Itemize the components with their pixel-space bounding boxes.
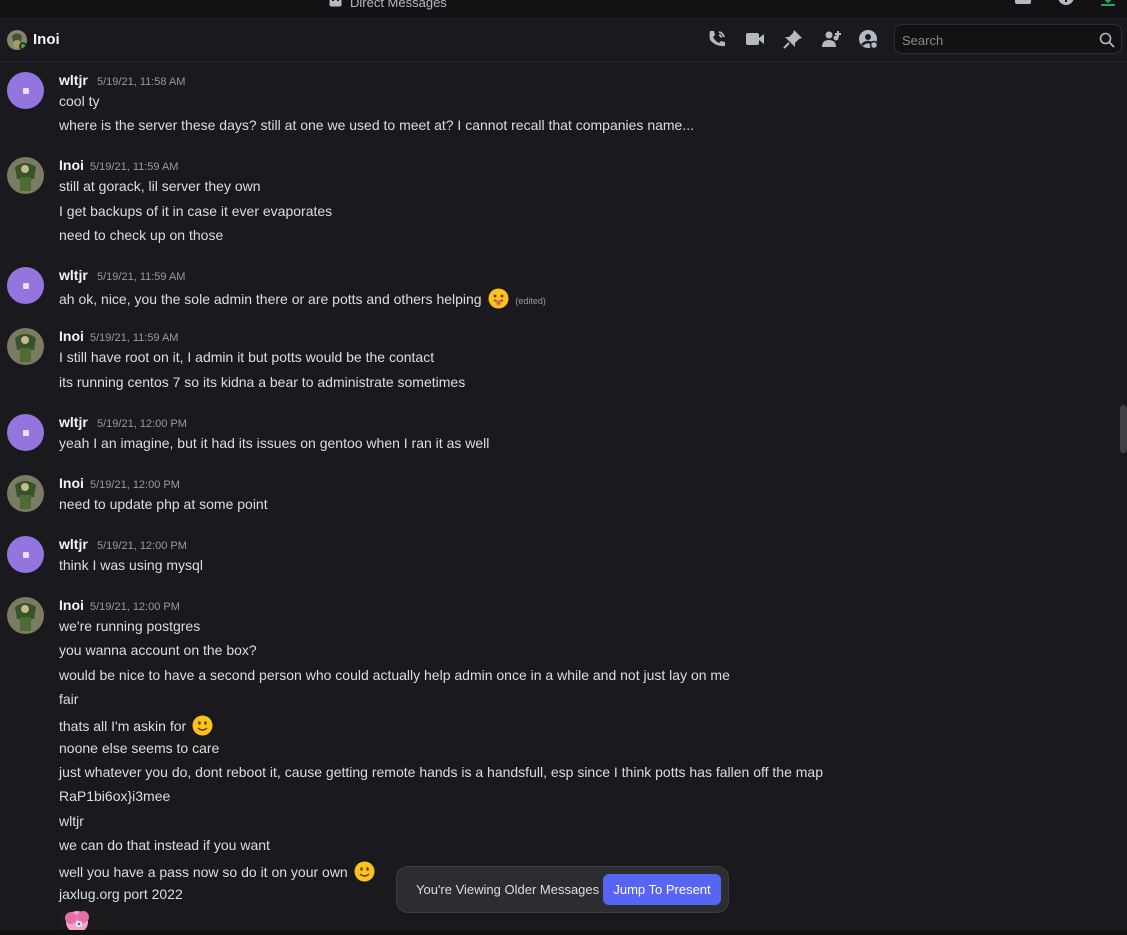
avatar[interactable] (7, 267, 44, 304)
message-text: its running centos 7 so its kidna a bear… (59, 374, 466, 390)
add-friends-icon[interactable] (820, 28, 842, 50)
timestamp: 5/19/21, 11:59 AM (97, 271, 186, 283)
author-name[interactable]: wltjr (59, 536, 88, 552)
message-text: we're running postgres (59, 618, 201, 634)
edited-label: (edited) (515, 296, 546, 306)
message-text: wltjr (59, 813, 84, 829)
download-icon[interactable] (1099, 0, 1117, 10)
message-text: I still have root on it, I admin it but … (59, 349, 435, 365)
window-title: Direct Messages (350, 0, 447, 10)
search-box[interactable] (894, 24, 1122, 54)
pin-icon[interactable] (782, 28, 804, 50)
message-text: I get backups of it in case it ever evap… (59, 203, 333, 219)
avatar[interactable] (7, 475, 44, 512)
bottom-border (0, 930, 1127, 935)
dm-user-name: Inoi (33, 31, 60, 48)
message-text: still at gorack, lil server they own (59, 178, 261, 194)
channel-header: Inoi (0, 17, 1127, 62)
timestamp: 5/19/21, 12:00 PM (97, 540, 187, 552)
message-text: yeah I an imagine, but it had its issues… (59, 435, 490, 451)
search-icon (1099, 32, 1115, 48)
message-text: thats all I'm askin for (59, 715, 213, 736)
older-messages-text: You're Viewing Older Messages (416, 882, 600, 897)
timestamp: 5/19/21, 11:59 AM (90, 332, 179, 344)
message-text: we can do that instead if you want (59, 837, 270, 853)
message-text: ah ok, nice, you the sole admin there or… (59, 288, 546, 309)
scrollbar-thumb[interactable] (1120, 405, 1127, 453)
avatar[interactable] (7, 157, 44, 194)
avatar[interactable] (7, 72, 44, 109)
help-icon[interactable] (1057, 0, 1075, 10)
avatar[interactable] (7, 597, 44, 634)
timestamp: 5/19/21, 11:58 AM (97, 76, 186, 88)
inbox-icon[interactable] (1014, 0, 1032, 10)
author-name[interactable]: wltjr (59, 72, 88, 88)
timestamp: 5/19/21, 12:00 PM (90, 601, 180, 613)
message-text: need to check up on those (59, 227, 224, 243)
jump-to-present-button[interactable]: Jump To Present (603, 874, 721, 905)
message-text: well you have a pass now so do it on you… (59, 861, 375, 882)
avatar[interactable] (7, 414, 44, 451)
timestamp: 5/19/21, 11:59 AM (90, 161, 179, 173)
title-bar: Direct Messages (0, 0, 1127, 17)
user-profile-icon[interactable] (857, 28, 879, 50)
message-content: well you have a pass now so do it on you… (59, 864, 348, 880)
author-name[interactable]: Inoi (59, 328, 84, 344)
timestamp: 5/19/21, 12:00 PM (97, 418, 187, 430)
message-text: just whatever you do, dont reboot it, ca… (59, 764, 823, 780)
search-input[interactable] (902, 31, 1092, 49)
video-call-icon[interactable] (744, 28, 766, 50)
message-text: cool ty (59, 93, 100, 109)
message-text: you wanna account on the box? (59, 642, 257, 658)
message-text: RaP1bi6ox}i3mee (59, 788, 171, 804)
message-text: think I was using mysql (59, 557, 203, 573)
avatar[interactable] (7, 536, 44, 573)
author-name[interactable]: Inoi (59, 597, 84, 613)
message-content: thats all I'm askin for (59, 718, 187, 734)
avatar[interactable] (7, 328, 44, 365)
slightly-smiling-emoji (192, 715, 213, 736)
older-messages-bar: You're Viewing Older Messages Jump To Pr… (396, 866, 729, 913)
message-content: ah ok, nice, you the sole admin there or… (59, 291, 482, 307)
message-text: noone else seems to care (59, 740, 220, 756)
message-list[interactable]: wltjr 5/19/21, 11:58 AM cool ty where is… (0, 62, 1118, 935)
author-name[interactable]: wltjr (59, 414, 88, 430)
author-name[interactable]: Inoi (59, 157, 84, 173)
dm-avatar[interactable] (7, 30, 27, 50)
author-name[interactable]: Inoi (59, 475, 84, 491)
message-text: need to update php at some point (59, 496, 268, 512)
message-text: would be nice to have a second person wh… (59, 667, 730, 683)
message-text: jaxlug.org port 2022 (59, 886, 183, 902)
author-name[interactable]: wltjr (59, 267, 88, 283)
slightly-smiling-emoji (354, 861, 375, 882)
message-text: where is the server these days? still at… (59, 117, 695, 133)
voice-call-icon[interactable] (706, 28, 728, 50)
stuck-out-tongue-emoji (488, 288, 508, 309)
timestamp: 5/19/21, 12:00 PM (90, 479, 180, 491)
direct-messages-icon (329, 0, 342, 7)
message-text: fair (59, 691, 79, 707)
